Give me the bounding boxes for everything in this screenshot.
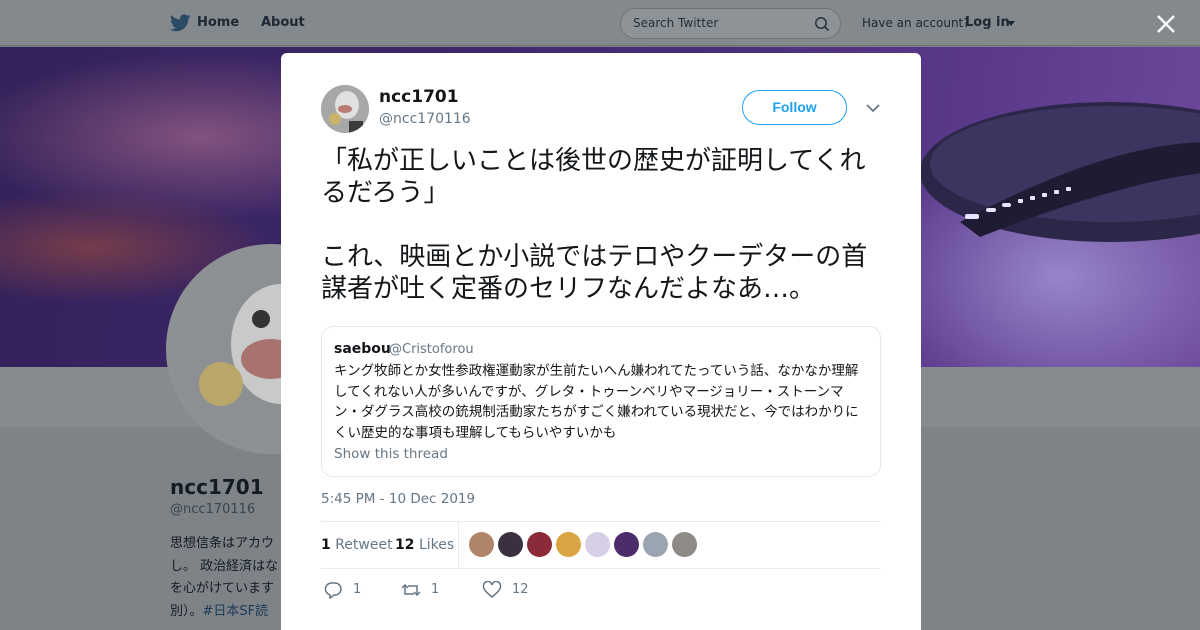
liker-avatar[interactable] xyxy=(614,532,639,557)
reply-count: 1 xyxy=(353,582,362,597)
tweet-author-handle[interactable]: @ncc170116 xyxy=(379,111,471,127)
nav-home-link[interactable]: Home xyxy=(197,15,239,30)
bio-line: を心がけています xyxy=(170,581,275,596)
liker-avatar[interactable] xyxy=(469,532,494,557)
liker-avatar[interactable] xyxy=(556,532,581,557)
liker-avatar[interactable] xyxy=(585,532,610,557)
quoted-tweet[interactable]: saebou @Cristoforou キング牧師とか女性参政権運動家が生前たい… xyxy=(321,326,881,477)
login-link[interactable]: Log in xyxy=(965,15,1010,30)
starship-image xyxy=(920,102,1200,242)
like-count: 12 xyxy=(512,582,529,597)
retweet-stat[interactable]: 1 Retweet xyxy=(321,537,393,553)
bio-hashtag-link[interactable]: #日本SF読 xyxy=(203,604,269,619)
quoted-author-name: saebou xyxy=(334,341,391,357)
retweet-action-count: 1 xyxy=(431,582,440,597)
liker-avatar[interactable] xyxy=(672,532,697,557)
bio-line: し。 政治経済はな xyxy=(170,558,279,574)
search-placeholder: Search Twitter xyxy=(633,16,719,30)
profile-name: ncc1701 xyxy=(170,475,264,499)
bio-line: 別）。 xyxy=(170,603,203,619)
quoted-author-handle: @Cristoforou xyxy=(389,342,474,357)
nav-about-link[interactable]: About xyxy=(261,15,305,30)
heart-icon xyxy=(482,581,502,598)
tweet-actions: 1 1 12 xyxy=(321,580,721,604)
show-thread-link[interactable]: Show this thread xyxy=(334,446,448,462)
account-prompt: Have an account? xyxy=(862,16,970,30)
tweet-timestamp[interactable]: 5:45 PM - 10 Dec 2019 xyxy=(321,491,475,507)
retweet-count: 1 xyxy=(321,537,331,553)
top-navigation-bar: Home About Search Twitter Have an accoun… xyxy=(0,0,1200,46)
reply-icon xyxy=(324,582,342,599)
bio-line: 思想信条はアカウ xyxy=(170,536,275,551)
retweet-label: Retweet xyxy=(335,537,393,553)
search-icon[interactable] xyxy=(814,16,830,32)
liker-avatar[interactable] xyxy=(643,532,668,557)
retweet-icon xyxy=(401,583,421,597)
search-input[interactable]: Search Twitter xyxy=(620,8,841,39)
liker-avatar[interactable] xyxy=(527,532,552,557)
likes-label: Likes xyxy=(418,537,455,553)
tweet-author-avatar[interactable] xyxy=(321,85,369,133)
close-icon[interactable] xyxy=(1152,10,1180,38)
likes-stat[interactable]: 12 Likes xyxy=(395,537,454,553)
follow-button[interactable]: Follow xyxy=(742,90,847,125)
liker-avatar[interactable] xyxy=(498,532,523,557)
chevron-down-icon[interactable] xyxy=(1007,21,1015,26)
tweet-stats: 1 Retweet 12 Likes xyxy=(321,521,881,569)
author-avatar-image xyxy=(321,85,369,133)
profile-bio: 思想信条はアカウ し。 政治経済はな を心がけています 別）。#日本SF読 xyxy=(170,533,290,623)
tweet-text: 「私が正しいことは後世の歴史が証明してくれるだろう」 これ、映画とか小説ではテロ… xyxy=(321,146,868,304)
tweet-author-name[interactable]: ncc1701 xyxy=(379,87,459,107)
quoted-tweet-text: キング牧師とか女性参政権運動家が生前たいへん嫌われてたっていう話、なかなか理解し… xyxy=(334,363,859,441)
tweet-modal: ncc1701 @ncc170116 Follow 「私が正しいことは後世の歴史… xyxy=(281,53,921,630)
stats-divider xyxy=(458,522,459,569)
chevron-down-icon[interactable] xyxy=(865,102,881,114)
twitter-bird-icon[interactable] xyxy=(170,14,191,32)
likes-count: 12 xyxy=(395,537,415,553)
profile-handle[interactable]: @ncc170116 xyxy=(170,502,255,517)
